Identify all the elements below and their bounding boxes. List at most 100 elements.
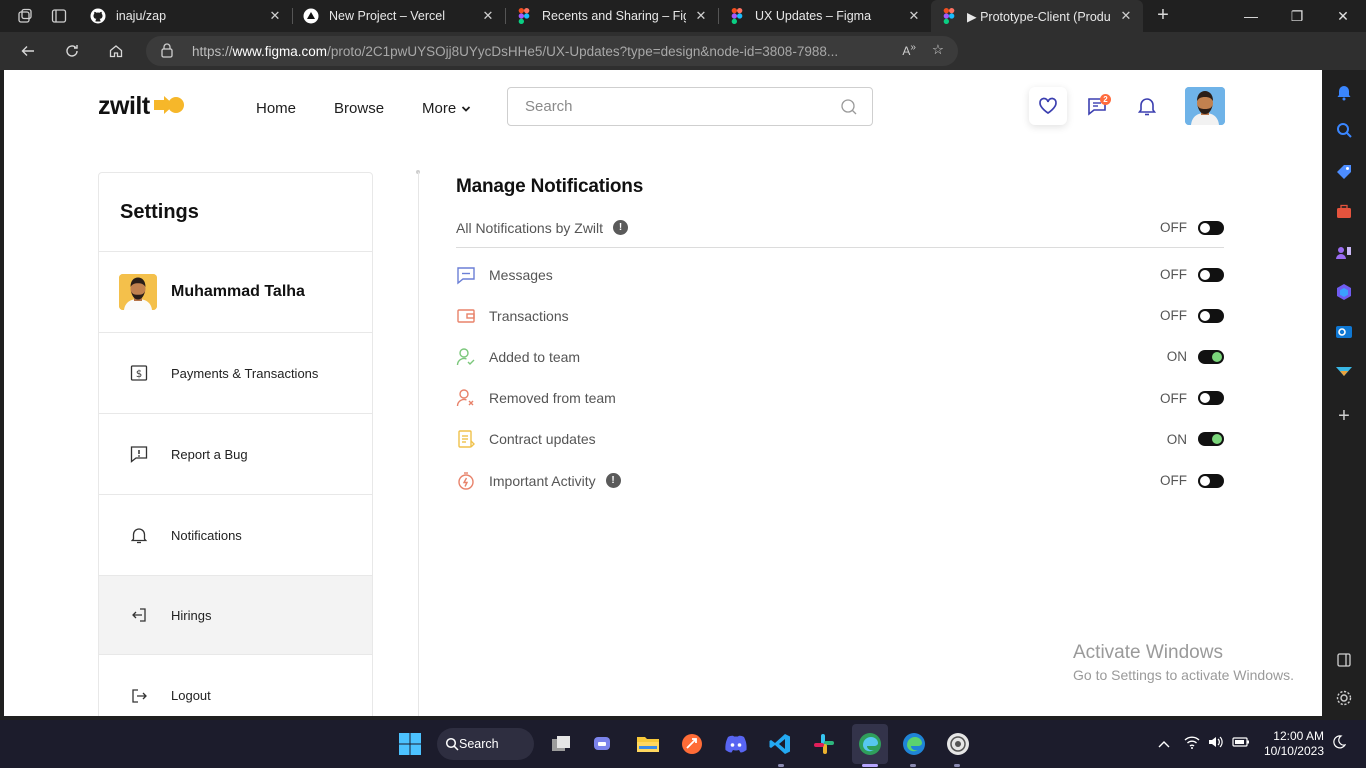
vercel-icon: [303, 8, 319, 24]
user-avatar[interactable]: [1185, 87, 1225, 125]
show-hidden-icons-icon[interactable]: [1158, 735, 1170, 753]
notification-bell-icon[interactable]: [1332, 80, 1356, 104]
contract-updates-toggle[interactable]: [1198, 432, 1224, 447]
settings-item-hirings[interactable]: Hirings: [99, 576, 372, 655]
taskbar-search-label: Search: [459, 737, 499, 751]
refresh-icon[interactable]: [56, 35, 88, 67]
settings-item-logout[interactable]: Logout: [99, 655, 372, 716]
volume-icon[interactable]: [1208, 735, 1224, 754]
battery-icon[interactable]: [1232, 735, 1250, 753]
toggle-state-label: OFF: [1160, 390, 1187, 406]
all-notifications-toggle[interactable]: [1198, 220, 1224, 235]
zwilt-logo[interactable]: zwilt: [98, 92, 186, 121]
important-activity-toggle[interactable]: [1198, 473, 1224, 488]
removed-from-team-toggle[interactable]: [1198, 391, 1224, 406]
games-icon[interactable]: [1332, 240, 1356, 264]
wallet-icon: [456, 306, 476, 326]
close-tab-icon[interactable]: ✕: [268, 9, 282, 23]
added-to-team-toggle[interactable]: [1198, 349, 1224, 364]
page-title: Manage Notifications: [456, 176, 644, 197]
settings-gear-icon[interactable]: [1332, 686, 1356, 710]
file-explorer-icon[interactable]: [632, 728, 664, 760]
focus-moon-icon[interactable]: [1332, 734, 1347, 754]
slack-icon[interactable]: [808, 728, 840, 760]
close-tab-icon[interactable]: ✕: [694, 9, 708, 23]
toggle-knob: [1200, 393, 1210, 404]
nav-browse[interactable]: Browse: [334, 100, 384, 117]
notifications-section: Manage Notifications All Notifications b…: [456, 176, 1224, 501]
content-divider: [418, 172, 419, 716]
back-icon[interactable]: [12, 35, 44, 67]
toggle-knob: [1200, 310, 1210, 321]
bell-icon[interactable]: [1128, 87, 1166, 125]
transactions-toggle[interactable]: [1198, 308, 1224, 323]
nav-more[interactable]: More: [422, 100, 471, 117]
nav-home[interactable]: Home: [256, 100, 296, 117]
drop-icon[interactable]: [1332, 360, 1356, 384]
close-tab-icon[interactable]: ✕: [1119, 9, 1133, 23]
lock-icon[interactable]: [160, 42, 176, 61]
settings-user[interactable]: Muhammad Talha: [99, 252, 372, 333]
info-icon[interactable]: !: [605, 473, 621, 489]
wifi-icon[interactable]: [1184, 735, 1200, 754]
enter-icon: [129, 605, 149, 625]
postman-icon[interactable]: [676, 728, 708, 760]
browser-tab[interactable]: UX Updates – Figma ✕: [719, 0, 931, 32]
windows-start-icon[interactable]: [394, 728, 426, 760]
search-icon[interactable]: [840, 98, 858, 120]
add-sidebar-app-icon[interactable]: +: [1332, 404, 1356, 428]
read-aloud-icon[interactable]: A»: [902, 42, 916, 58]
favorite-star-icon[interactable]: ☆: [932, 42, 944, 58]
settings-item-payments[interactable]: $ Payments & Transactions: [99, 333, 372, 414]
close-window-icon[interactable]: ✕: [1320, 0, 1366, 32]
messages-toggle[interactable]: [1198, 267, 1224, 282]
new-tab-icon[interactable]: +: [1149, 2, 1177, 30]
vscode-icon[interactable]: [764, 728, 796, 760]
address-bar[interactable]: https://www.figma.com/proto/2C1pwUYSOjj8…: [146, 36, 958, 66]
settings-item-report-bug[interactable]: Report a Bug: [99, 414, 372, 495]
info-icon[interactable]: !: [613, 220, 629, 235]
settings-item-notifications[interactable]: Notifications: [99, 495, 372, 576]
all-notifications-label: All Notifications by Zwilt: [456, 219, 604, 236]
shopping-tag-icon[interactable]: [1332, 160, 1356, 184]
workspaces-icon[interactable]: [12, 3, 38, 29]
teams-chat-icon[interactable]: [588, 728, 620, 760]
task-view-icon[interactable]: [546, 728, 578, 760]
user-name: Muhammad Talha: [171, 283, 305, 300]
timer-icon: [456, 471, 476, 491]
hide-sidebar-icon[interactable]: [1332, 648, 1356, 672]
minimize-icon[interactable]: —: [1228, 0, 1274, 32]
close-tab-icon[interactable]: ✕: [481, 9, 495, 23]
toggle-state-label: OFF: [1160, 473, 1187, 489]
edge-dev-icon[interactable]: [854, 728, 886, 760]
favorites-heart-icon[interactable]: [1029, 87, 1067, 125]
browser-tab[interactable]: New Project – Vercel ✕: [293, 0, 505, 32]
home-icon[interactable]: [100, 35, 132, 67]
nav-more-label: More: [422, 100, 457, 117]
tools-briefcase-icon[interactable]: [1332, 200, 1356, 224]
search-input[interactable]: Search: [507, 87, 873, 126]
document-icon: [456, 429, 476, 449]
tab-title: Recents and Sharing – Figma: [542, 9, 686, 23]
toggle-state-label: ON: [1166, 431, 1187, 447]
settings-panel: Settings Muhammad Talha $ Payments & Tra…: [98, 172, 373, 716]
chrome-app-icon[interactable]: [942, 728, 974, 760]
watermark-subtitle: Go to Settings to activate Windows.: [1073, 667, 1294, 683]
search-icon[interactable]: [1332, 118, 1356, 142]
edge-icon[interactable]: [898, 728, 930, 760]
browser-toolbar: https://www.figma.com/proto/2C1pwUYSOjj8…: [0, 32, 1366, 97]
discord-icon[interactable]: [720, 728, 752, 760]
clock[interactable]: 12:00 AM 10/10/2023: [1264, 729, 1324, 759]
taskbar-search[interactable]: Search: [437, 728, 534, 760]
window-controls: — ❐ ✕: [1228, 0, 1366, 32]
browser-tab[interactable]: inaju/zap ✕: [80, 0, 292, 32]
copilot-icon[interactable]: [1332, 280, 1356, 304]
url-path: /proto/2C1pwUYSOjj8UYycDsHHe5/UX-Updates…: [327, 43, 839, 59]
messages-icon[interactable]: 2: [1078, 87, 1116, 125]
close-tab-icon[interactable]: ✕: [907, 9, 921, 23]
browser-tab-active[interactable]: ▶ Prototype-Client (Product ✕: [931, 0, 1143, 32]
browser-tab[interactable]: Recents and Sharing – Figma ✕: [506, 0, 718, 32]
restore-icon[interactable]: ❐: [1274, 0, 1320, 32]
tab-actions-icon[interactable]: [46, 3, 72, 29]
outlook-icon[interactable]: [1332, 320, 1356, 344]
